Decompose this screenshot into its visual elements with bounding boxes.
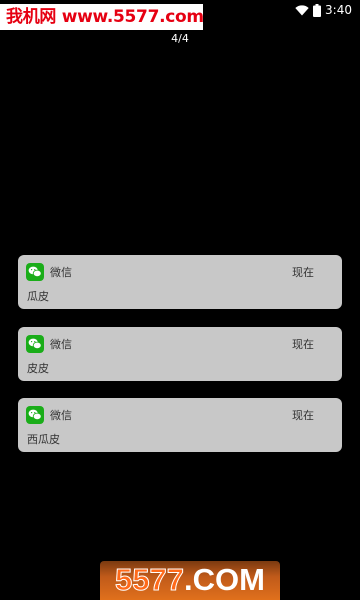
notification-app-name: 微信 — [50, 266, 72, 279]
notification-card[interactable]: 微信 现在 西瓜皮 — [18, 398, 342, 452]
page-indicator: 4/4 — [171, 32, 189, 45]
watermark-bottom-rest: .COM — [184, 562, 265, 597]
watermark-bottom-text: 5577.COM — [100, 562, 280, 598]
wifi-icon — [295, 4, 309, 16]
battery-icon — [313, 3, 322, 17]
notification-card[interactable]: 微信 现在 瓜皮 — [18, 255, 342, 309]
watermark-bottom: 5577.COM — [100, 561, 280, 600]
lock-screen: 我机网 www.5577.com 3:40 4/4 微信 现在 瓜皮 微信 现在… — [0, 0, 360, 600]
notification-message: 瓜皮 — [27, 290, 49, 303]
status-time: 3:40 — [325, 3, 352, 17]
notification-app-name: 微信 — [50, 409, 72, 422]
watermark-top: 我机网 www.5577.com — [0, 4, 204, 30]
notification-app-name: 微信 — [50, 338, 72, 351]
notification-time: 现在 — [292, 338, 314, 351]
status-bar: 3:40 — [295, 2, 352, 18]
wechat-icon — [26, 406, 44, 424]
notification-message: 皮皮 — [27, 362, 49, 375]
wechat-icon — [26, 335, 44, 353]
notification-time: 现在 — [292, 409, 314, 422]
notification-message: 西瓜皮 — [27, 433, 60, 446]
wechat-icon — [26, 263, 44, 281]
watermark-bottom-num: 5577 — [115, 562, 185, 598]
notification-card[interactable]: 微信 现在 皮皮 — [18, 327, 342, 381]
notification-time: 现在 — [292, 266, 314, 279]
